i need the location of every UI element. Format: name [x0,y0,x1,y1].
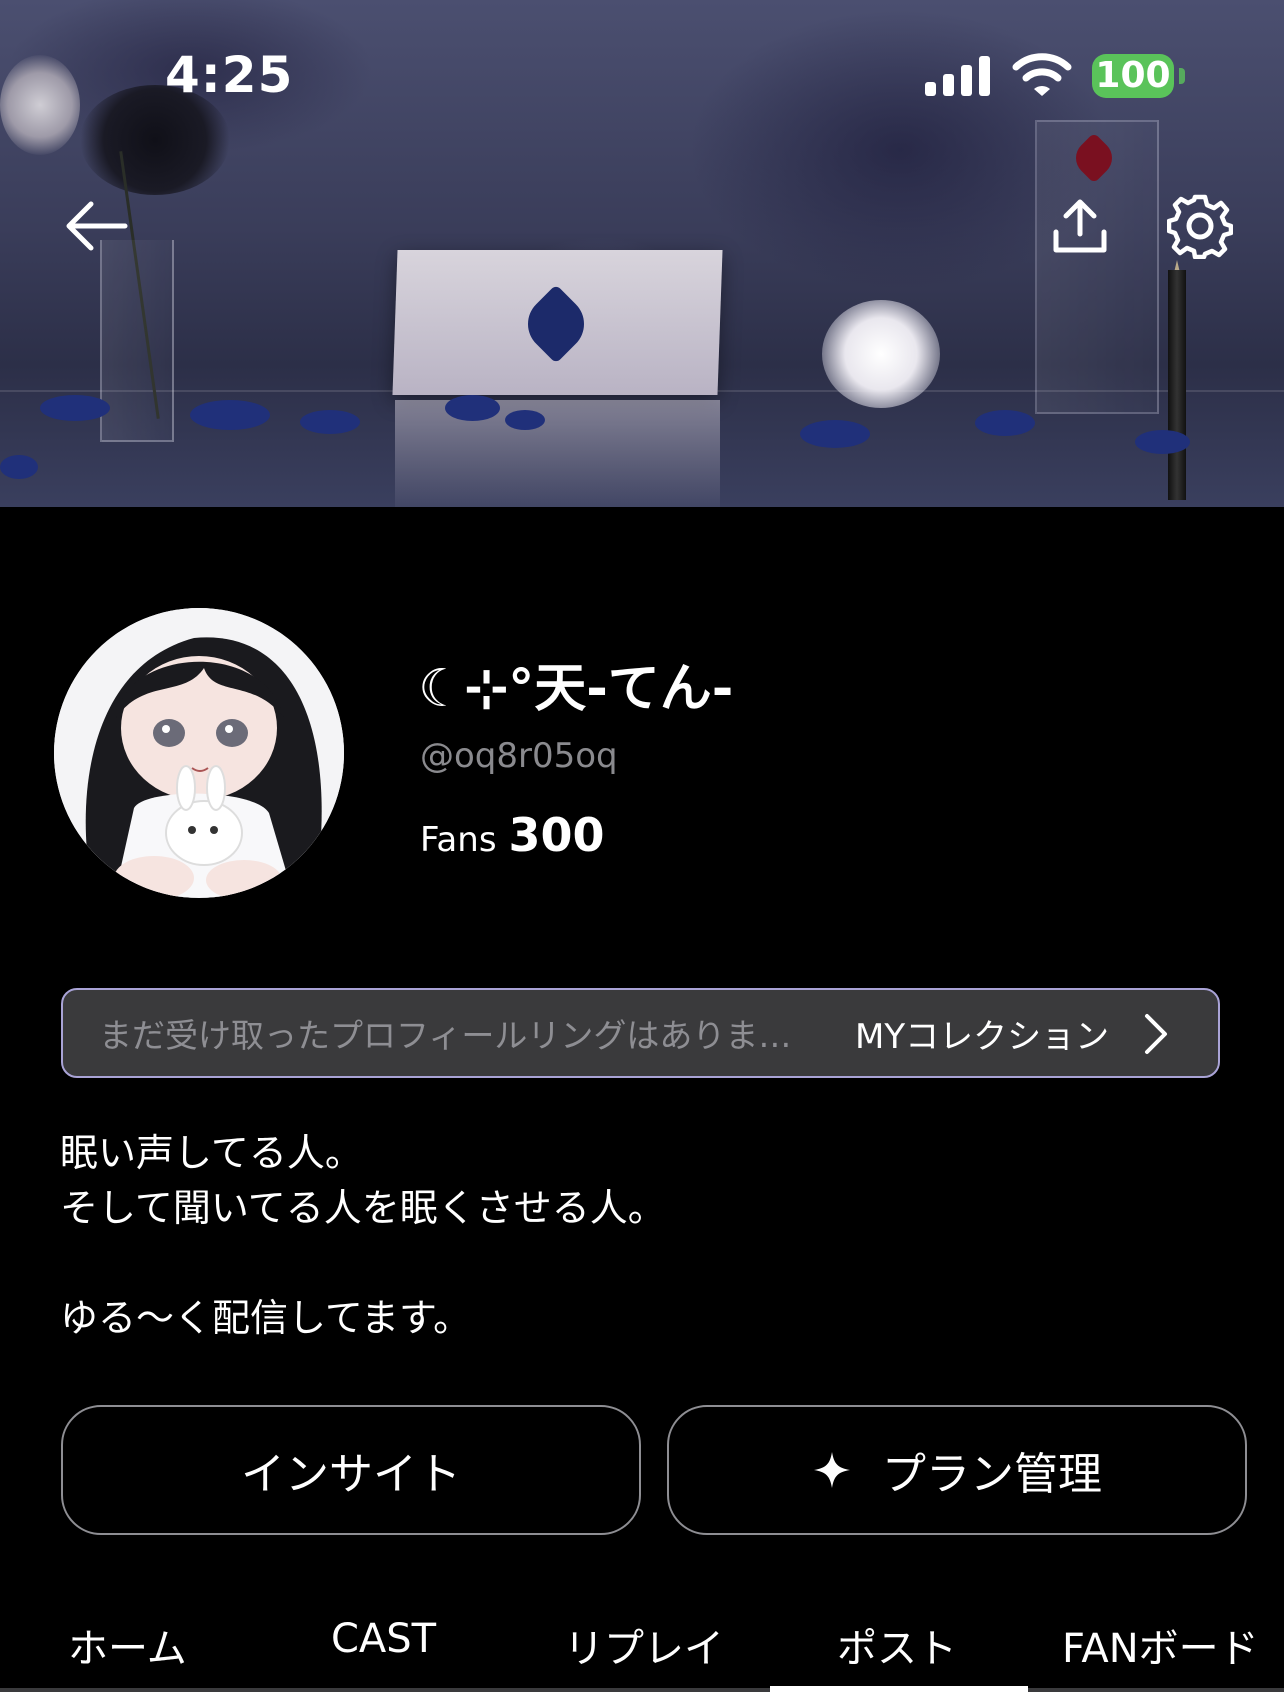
profile-tabs: ホーム CAST リプレイ ポスト FANボード [0,1600,1284,1692]
petal [0,455,38,479]
battery-tip [1179,68,1185,84]
tab-replay[interactable]: リプレイ [564,1616,724,1674]
bio-line: ゆる〜く配信してます。 [60,1296,472,1340]
ring-empty-message: まだ受け取ったプロフィールリングはありま… [99,1016,792,1055]
white-flower [822,300,940,408]
status-time: 4:25 [165,46,294,104]
petal [190,400,270,430]
share-upload-icon [1053,199,1107,253]
share-button[interactable] [1040,186,1120,266]
insight-button[interactable]: インサイト [61,1405,641,1535]
arrow-left-icon [66,201,128,251]
bio-line [60,1236,666,1291]
sparkle-icon [812,1450,852,1490]
avatar-illustration [54,608,344,898]
user-handle: @oq8r05oq [420,736,618,776]
plan-button-label: プラン管理 [882,1449,1102,1500]
petal [505,410,545,430]
glass-vase [100,240,174,442]
tab-post[interactable]: ポスト [837,1616,957,1674]
active-tab-indicator [770,1686,1028,1692]
profile-ring-collection-bar[interactable]: まだ受け取ったプロフィールリングはありま… MYコレクション [61,988,1220,1078]
petal [300,410,360,434]
petal [1135,430,1190,454]
envelope-reflection [395,400,720,507]
fans-label: Fans [420,820,497,860]
bio-line: そして聞いてる人を眠くさせる人。 [60,1186,666,1230]
settings-button[interactable] [1160,186,1240,266]
tab-fan-board[interactable]: FANボード [1062,1616,1259,1674]
my-collection-link[interactable]: MYコレクション [855,1009,1109,1058]
fans-count: 300 [508,808,605,862]
battery-icon: 100 [1092,54,1174,98]
profile-bio: 眠い声してる人。 そして聞いてる人を眠くさせる人。 ゆる〜く配信してます。 [60,1126,666,1346]
tab-cast[interactable]: CAST [331,1616,436,1662]
insight-button-label: インサイト [241,1449,461,1500]
bio-line: 眠い声してる人。 [60,1131,363,1175]
petal [445,395,500,421]
fountain-pen [1168,270,1186,500]
battery-level: 100 [1095,55,1171,96]
cellular-signal-icon [925,56,991,96]
gear-icon [1167,194,1233,259]
grey-flower [0,55,80,155]
display-name: ☾⊹°天-てん- [418,659,734,719]
wifi-icon [1012,53,1072,96]
tab-baseline [0,1688,1284,1692]
plan-management-button[interactable]: プラン管理 [667,1405,1247,1535]
tab-home[interactable]: ホーム [68,1616,187,1674]
avatar[interactable] [54,608,344,898]
petal [40,395,110,421]
fans-count-row: Fans 300 [420,808,605,862]
back-button[interactable] [56,186,136,266]
petal [800,420,870,448]
petal [975,410,1035,436]
chevron-right-icon [1145,1014,1167,1054]
